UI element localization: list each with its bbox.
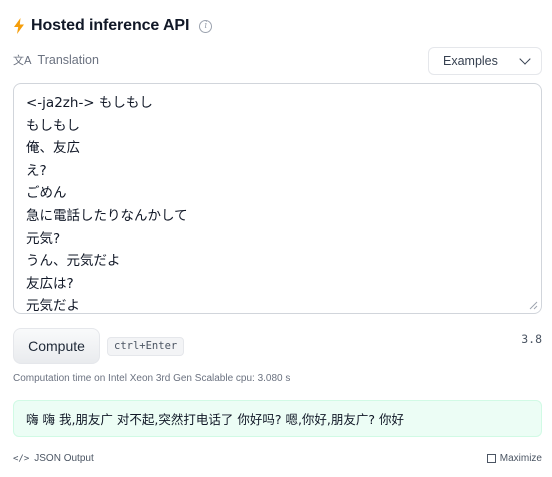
input-line: <-ja2zh-> もしもし <box>26 95 153 111</box>
input-line: 元気? <box>26 230 61 247</box>
maximize-button[interactable]: Maximize <box>486 453 542 464</box>
lightning-icon <box>14 18 24 34</box>
examples-dropdown[interactable]: Examples <box>428 47 542 75</box>
output-box: 嗨 嗨 我,朋友广 对不起,突然打电话了 你好吗? 嗯,你好,朋友广? 你好 <box>13 400 542 437</box>
input-line: え? <box>26 162 47 179</box>
chevron-down-icon <box>519 53 531 65</box>
widget-header: Hosted inference API i <box>13 17 213 35</box>
resize-handle-icon[interactable] <box>529 301 538 310</box>
compute-button[interactable]: Compute <box>13 328 100 364</box>
keyboard-shortcut: ctrl+Enter <box>107 337 185 356</box>
input-line: もしもし <box>26 117 80 134</box>
input-line: 俺、友広 <box>26 140 80 157</box>
examples-label: Examples <box>443 54 498 68</box>
input-line: 急に電話したりなんかして <box>26 207 188 224</box>
version-label: 3.8 <box>521 332 542 346</box>
json-output-label: JSON Output <box>34 453 94 464</box>
maximize-label: Maximize <box>499 453 542 464</box>
computation-time: Computation time on Intel Xeon 3rd Gen S… <box>13 373 291 384</box>
input-line: ごめん <box>26 185 67 202</box>
json-output-toggle[interactable]: </> JSON Output <box>13 453 94 464</box>
task-name: Translation <box>37 53 99 67</box>
output-text: 嗨 嗨 我,朋友广 对不起,突然打电话了 你好吗? 嗯,你好,朋友广? 你好 <box>26 412 405 427</box>
input-line: 元気だよ <box>26 298 80 315</box>
input-line: うん、元気だよ <box>26 253 121 270</box>
translation-icon: 文A <box>13 54 32 67</box>
input-line: 友広は? <box>26 275 74 292</box>
code-icon: </> <box>13 453 30 464</box>
widget-title: Hosted inference API <box>31 17 190 34</box>
task-label: 文A Translation <box>13 52 99 68</box>
info-icon[interactable]: i <box>199 19 213 33</box>
maximize-icon <box>486 454 496 463</box>
input-textarea[interactable]: <-ja2zh-> もしもし もしもし 俺、友広 え? ごめん 急に電話したりな… <box>13 83 542 314</box>
